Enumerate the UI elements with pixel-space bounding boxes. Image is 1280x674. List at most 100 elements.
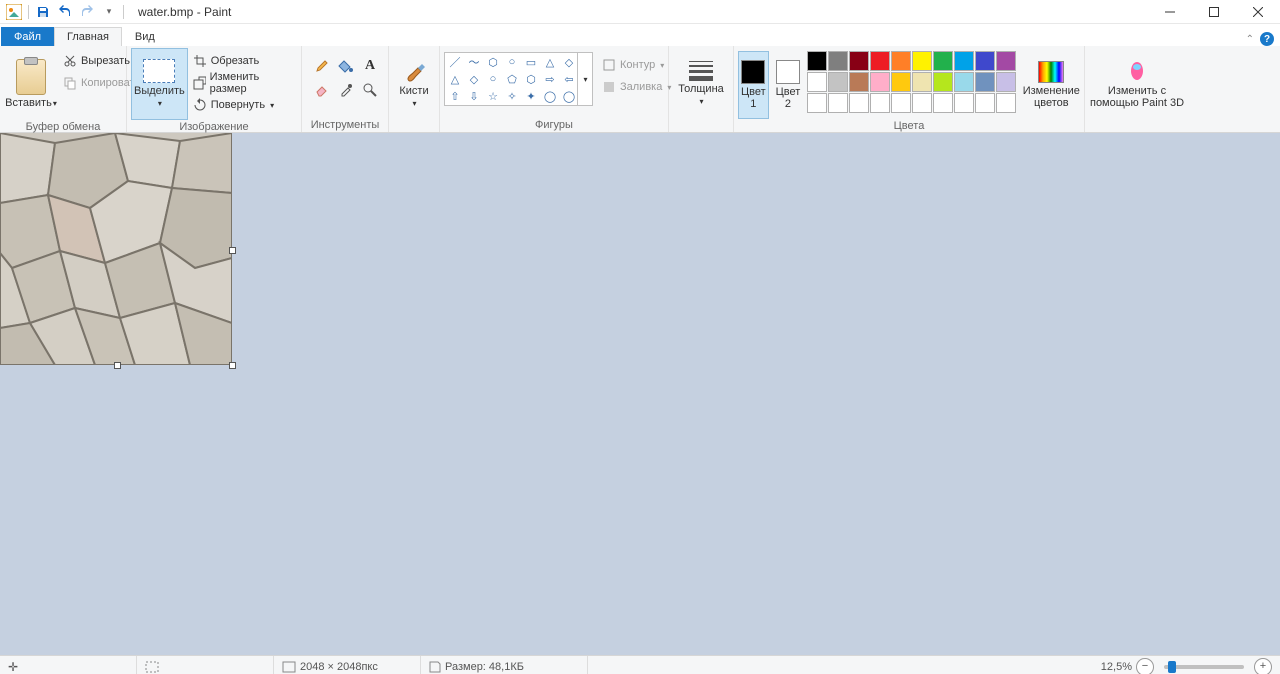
shape-fill-button: Заливка ▾ <box>597 76 676 98</box>
magnifier-tool[interactable] <box>358 78 382 102</box>
shape-item[interactable]: ○ <box>484 71 502 87</box>
resize-handle-bottom[interactable] <box>114 362 121 369</box>
palette-swatch[interactable] <box>975 51 995 71</box>
palette-swatch[interactable] <box>933 93 953 113</box>
rainbow-icon <box>1038 61 1064 83</box>
canvas-area[interactable] <box>0 133 1280 655</box>
undo-icon[interactable] <box>57 4 73 20</box>
zoom-slider-thumb[interactable] <box>1168 661 1176 673</box>
shape-item[interactable]: △ <box>541 54 559 70</box>
paint3d-button[interactable]: Изменить с помощью Paint 3D <box>1089 48 1185 120</box>
shape-item[interactable]: ☆ <box>484 88 502 104</box>
shape-item[interactable]: ⇧ <box>446 88 464 104</box>
resize-handle-right[interactable] <box>229 247 236 254</box>
palette-swatch[interactable] <box>807 72 827 92</box>
palette-swatch[interactable] <box>828 51 848 71</box>
qat-customize-icon[interactable]: ▾ <box>101 4 117 20</box>
palette-swatch[interactable] <box>891 93 911 113</box>
resize-button[interactable]: Изменить размер <box>188 72 297 94</box>
palette-swatch[interactable] <box>870 51 890 71</box>
status-bar: ✛ 2048 × 2048пкс Размер: 48,1КБ 12,5% − … <box>0 655 1280 674</box>
palette-swatch[interactable] <box>828 93 848 113</box>
shapes-gallery[interactable]: ／〜⬡○▭△◇△◇○⬠⬡⇨⇦⇧⇩☆✧✦◯◯ <box>444 52 578 106</box>
palette-swatch[interactable] <box>996 51 1016 71</box>
fill-tool[interactable] <box>334 54 358 78</box>
paste-button[interactable]: Вставить▾ <box>4 48 58 120</box>
select-button[interactable]: Выделить▾ <box>131 48 188 120</box>
palette-swatch[interactable] <box>975 93 995 113</box>
shape-item[interactable]: ◇ <box>465 71 483 87</box>
canvas-image[interactable] <box>0 133 232 365</box>
shape-item[interactable]: ⇨ <box>541 71 559 87</box>
palette-swatch[interactable] <box>996 93 1016 113</box>
shape-item[interactable]: ○ <box>503 54 521 70</box>
shape-item[interactable]: ⇦ <box>560 71 578 87</box>
color2-button[interactable]: Цвет 2 <box>773 51 804 119</box>
eraser-tool[interactable] <box>310 78 334 102</box>
shape-item[interactable]: △ <box>446 71 464 87</box>
palette-swatch[interactable] <box>912 72 932 92</box>
quick-access-toolbar: ▾ <box>0 4 130 20</box>
palette-swatch[interactable] <box>849 72 869 92</box>
edit-colors-button[interactable]: Изменение цветов <box>1020 51 1082 119</box>
color-picker-tool[interactable] <box>334 78 358 102</box>
shape-item[interactable]: ◯ <box>541 88 559 104</box>
status-filesize: Размер: 48,1КБ <box>421 656 588 674</box>
zoom-out-button[interactable]: − <box>1136 658 1154 674</box>
rotate-button[interactable]: Повернуть ▾ <box>188 94 297 116</box>
shapes-more-button[interactable]: ▾ <box>578 52 593 106</box>
clipboard-icon <box>16 59 46 95</box>
shape-item[interactable]: ◇ <box>560 54 578 70</box>
color-palette <box>807 51 1016 113</box>
ribbon-collapse-icon[interactable]: ⌃ <box>1246 34 1254 45</box>
crop-button[interactable]: Обрезать <box>188 50 297 72</box>
palette-swatch[interactable] <box>954 72 974 92</box>
palette-swatch[interactable] <box>870 72 890 92</box>
size-button[interactable]: Толщина▾ <box>674 48 728 120</box>
palette-swatch[interactable] <box>807 51 827 71</box>
maximize-button[interactable] <box>1192 0 1236 23</box>
status-cursor-pos: ✛ <box>0 656 137 674</box>
palette-swatch[interactable] <box>870 93 890 113</box>
redo-icon[interactable] <box>79 4 95 20</box>
close-button[interactable] <box>1236 0 1280 23</box>
shape-item[interactable]: ✧ <box>503 88 521 104</box>
shape-item[interactable]: ⬡ <box>522 71 540 87</box>
tab-home[interactable]: Главная <box>54 27 122 46</box>
palette-swatch[interactable] <box>849 93 869 113</box>
resize-handle-corner[interactable] <box>229 362 236 369</box>
palette-swatch[interactable] <box>954 93 974 113</box>
palette-swatch[interactable] <box>891 51 911 71</box>
save-icon[interactable] <box>35 4 51 20</box>
shape-item[interactable]: ⇩ <box>465 88 483 104</box>
shape-item[interactable]: ／ <box>446 54 464 70</box>
minimize-button[interactable] <box>1148 0 1192 23</box>
color1-button[interactable]: Цвет 1 <box>738 51 769 119</box>
palette-swatch[interactable] <box>807 93 827 113</box>
palette-swatch[interactable] <box>891 72 911 92</box>
palette-swatch[interactable] <box>912 51 932 71</box>
help-icon[interactable]: ? <box>1260 32 1274 46</box>
brushes-button[interactable]: Кисти▾ <box>393 48 435 120</box>
zoom-in-button[interactable]: + <box>1254 658 1272 674</box>
text-tool[interactable]: A <box>358 54 382 78</box>
pencil-tool[interactable] <box>310 54 334 78</box>
palette-swatch[interactable] <box>828 72 848 92</box>
palette-swatch[interactable] <box>912 93 932 113</box>
palette-swatch[interactable] <box>975 72 995 92</box>
palette-swatch[interactable] <box>933 72 953 92</box>
shape-item[interactable]: ⬠ <box>503 71 521 87</box>
shape-item[interactable]: ✦ <box>522 88 540 104</box>
shape-item[interactable]: ◯ <box>560 88 578 104</box>
palette-swatch[interactable] <box>954 51 974 71</box>
shape-item[interactable]: 〜 <box>465 54 483 70</box>
palette-swatch[interactable] <box>996 72 1016 92</box>
shape-item[interactable]: ⬡ <box>484 54 502 70</box>
shape-item[interactable]: ▭ <box>522 54 540 70</box>
zoom-slider[interactable] <box>1164 665 1244 669</box>
tab-file[interactable]: Файл <box>1 27 54 46</box>
palette-swatch[interactable] <box>849 51 869 71</box>
crosshair-icon: ✛ <box>8 660 18 674</box>
tab-view[interactable]: Вид <box>122 27 168 46</box>
palette-swatch[interactable] <box>933 51 953 71</box>
